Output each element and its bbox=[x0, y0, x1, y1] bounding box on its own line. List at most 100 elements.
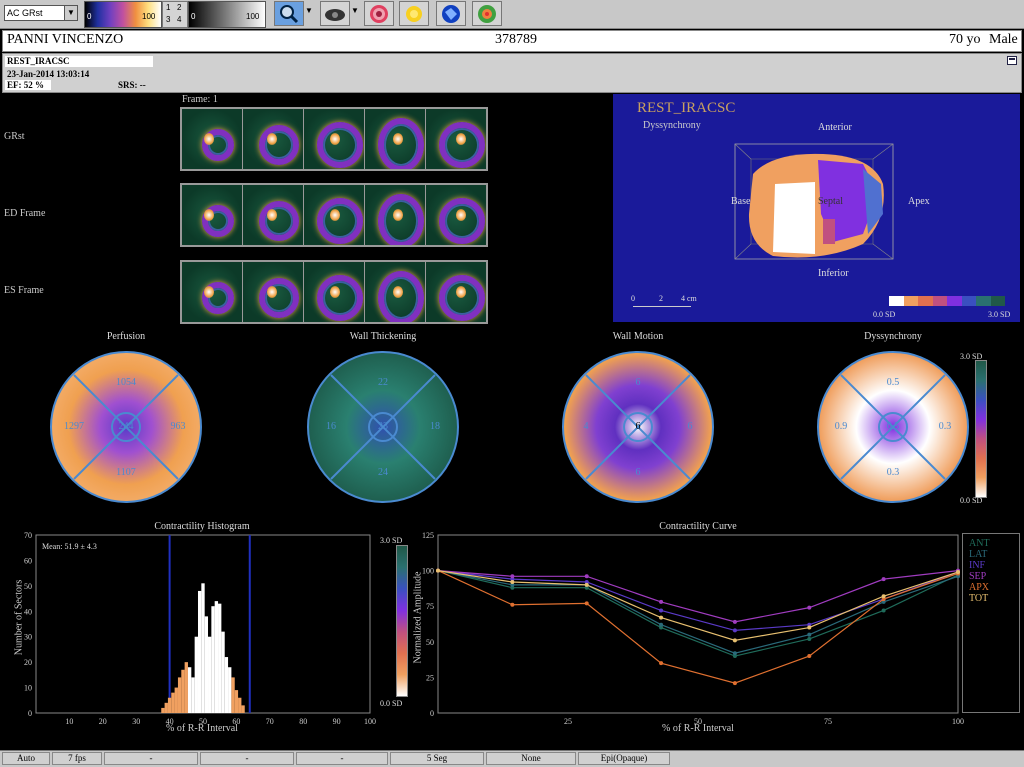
slice-image[interactable] bbox=[242, 184, 304, 246]
polar-map[interactable]: 22 16 23 18 24 bbox=[307, 351, 459, 503]
status-cell[interactable]: - bbox=[296, 752, 388, 765]
frame-grid-2[interactable]: 2 bbox=[177, 3, 181, 12]
label-apex: Apex bbox=[908, 196, 930, 207]
study-name: REST_IRACSC bbox=[5, 56, 153, 67]
minimize-button[interactable] bbox=[1007, 56, 1017, 65]
slice-image[interactable] bbox=[242, 261, 304, 323]
polar-map-icon bbox=[478, 4, 496, 23]
camera-button[interactable] bbox=[320, 1, 350, 26]
colorbar-spectrum-max: 100 bbox=[142, 12, 156, 21]
polar-value-right: 6 bbox=[687, 421, 693, 432]
contractility-histogram[interactable]: 10 20 30 40 50 60 70 80 90 100010203040506070 bbox=[0, 530, 410, 740]
curve-ytick: 100 bbox=[422, 567, 434, 576]
slice-image[interactable] bbox=[303, 184, 365, 246]
myocardium-ring bbox=[259, 201, 299, 241]
curve-series-inf bbox=[437, 570, 959, 632]
slice-image[interactable] bbox=[181, 108, 243, 170]
slice-image[interactable] bbox=[181, 261, 243, 323]
polar-value-top: 0.5 bbox=[886, 377, 900, 388]
legend-swatch bbox=[990, 296, 1005, 306]
contractility-curve[interactable]: 25 50 75 1000255075100125 bbox=[410, 530, 965, 740]
slice-image[interactable] bbox=[364, 184, 426, 246]
slice-image[interactable] bbox=[181, 184, 243, 246]
curve-point bbox=[732, 681, 737, 686]
polar-value-center: 23 bbox=[378, 421, 388, 432]
slice-image[interactable] bbox=[242, 108, 304, 170]
histogram-bar bbox=[231, 677, 235, 713]
polar-map[interactable]: 6 4 6 6 6 bbox=[562, 351, 714, 503]
zoom-button[interactable] bbox=[274, 1, 304, 26]
status-cell[interactable]: None bbox=[486, 752, 576, 765]
myocardium-ring bbox=[259, 125, 299, 165]
histogram-mean: Mean: 51.9 ± 4.3 bbox=[42, 542, 97, 551]
status-cell[interactable]: - bbox=[200, 752, 294, 765]
histogram-ytick: 20 bbox=[24, 658, 32, 667]
slice-row[interactable] bbox=[180, 260, 488, 324]
frame-grid-4[interactable]: 4 bbox=[177, 15, 181, 24]
row-label-es-frame: ES Frame bbox=[4, 285, 44, 296]
scale-tick-4: 4 cm bbox=[681, 294, 697, 303]
status-cell[interactable]: Epi(Opaque) bbox=[578, 752, 670, 765]
slice-row[interactable] bbox=[180, 107, 488, 171]
histogram-bar bbox=[214, 601, 219, 713]
view-3d-legend-max: 3.0 SD bbox=[988, 310, 1011, 319]
hotspot bbox=[330, 286, 340, 298]
curve-point bbox=[659, 608, 664, 613]
slice-image[interactable] bbox=[303, 108, 365, 170]
view-3d-panel[interactable]: REST_IRACSC Dyssynchrony Anterior Base S… bbox=[613, 94, 1020, 322]
frame-label: Frame: 1 bbox=[182, 94, 218, 105]
histogram-xlabel: % of R-R Interval bbox=[166, 723, 238, 734]
frame-grid-3[interactable]: 3 bbox=[166, 15, 170, 24]
histogram-bar bbox=[174, 687, 178, 713]
slice-image[interactable] bbox=[425, 261, 487, 323]
view-3d-legend-min: 0.0 SD bbox=[873, 310, 896, 319]
colorbar-spectrum[interactable]: 0 100 bbox=[84, 1, 162, 28]
curve-point bbox=[584, 582, 589, 587]
curve-legend-ant: ANT bbox=[969, 538, 990, 549]
polar-map[interactable]: 0.5 0.9 0.5 0.3 0.3 bbox=[817, 351, 969, 503]
polar-map[interactable]: 1054 1297 244 963 1107 bbox=[50, 351, 202, 503]
frame-grid-1[interactable]: 1 bbox=[166, 3, 170, 12]
zoom-dropdown[interactable]: ▼ bbox=[305, 6, 313, 15]
polar-value-right: 0.3 bbox=[938, 421, 952, 432]
myocardium-ring bbox=[439, 275, 485, 321]
bullseye-button[interactable] bbox=[364, 1, 394, 26]
polar-map-button[interactable] bbox=[472, 1, 502, 26]
slice-image[interactable] bbox=[303, 261, 365, 323]
polar-value-center: 0.5 bbox=[886, 421, 900, 432]
myocardium-ring bbox=[378, 118, 424, 169]
camera-dropdown[interactable]: ▼ bbox=[351, 6, 359, 15]
colorbar-grayscale[interactable]: 0 100 bbox=[188, 1, 266, 28]
colorbar-grayscale-min: 0 bbox=[191, 12, 196, 21]
hotspot bbox=[204, 286, 214, 298]
sun-button[interactable] bbox=[399, 1, 429, 26]
curve-point bbox=[807, 636, 812, 641]
slice-image[interactable] bbox=[364, 108, 426, 170]
polar-value-bottom: 24 bbox=[378, 467, 388, 478]
toolbar: AC GRst ▼ 0 100 1 2 3 4 0 100 ▼ ▼ bbox=[0, 0, 1024, 29]
histogram-legend bbox=[396, 545, 408, 697]
slice-row[interactable] bbox=[180, 183, 488, 247]
histogram-bar bbox=[234, 690, 239, 713]
slice-image[interactable] bbox=[425, 108, 487, 170]
zoom-icon bbox=[280, 4, 299, 23]
polar-value-bottom: 0.3 bbox=[886, 467, 900, 478]
status-cell[interactable]: Auto bbox=[2, 752, 50, 765]
globe-button[interactable] bbox=[436, 1, 466, 26]
histogram-bar bbox=[208, 636, 212, 713]
polar-value-top: 6 bbox=[635, 377, 641, 388]
status-cell[interactable]: 5 Seg bbox=[390, 752, 484, 765]
dataset-select[interactable]: AC GRst ▼ bbox=[4, 5, 78, 21]
histogram-ylabel: Number of Sectors bbox=[13, 579, 25, 656]
curve-point bbox=[659, 622, 664, 627]
status-cell[interactable]: - bbox=[104, 752, 198, 765]
curve-point bbox=[659, 599, 664, 604]
myocardium-ring bbox=[317, 122, 363, 168]
sun-icon bbox=[406, 5, 422, 22]
frame-grid[interactable]: 1 2 3 4 bbox=[162, 1, 188, 28]
slice-image[interactable] bbox=[425, 184, 487, 246]
status-cell[interactable]: 7 fps bbox=[52, 752, 102, 765]
slice-image[interactable] bbox=[364, 261, 426, 323]
curve-point bbox=[956, 570, 960, 575]
histogram-bar bbox=[204, 616, 209, 713]
